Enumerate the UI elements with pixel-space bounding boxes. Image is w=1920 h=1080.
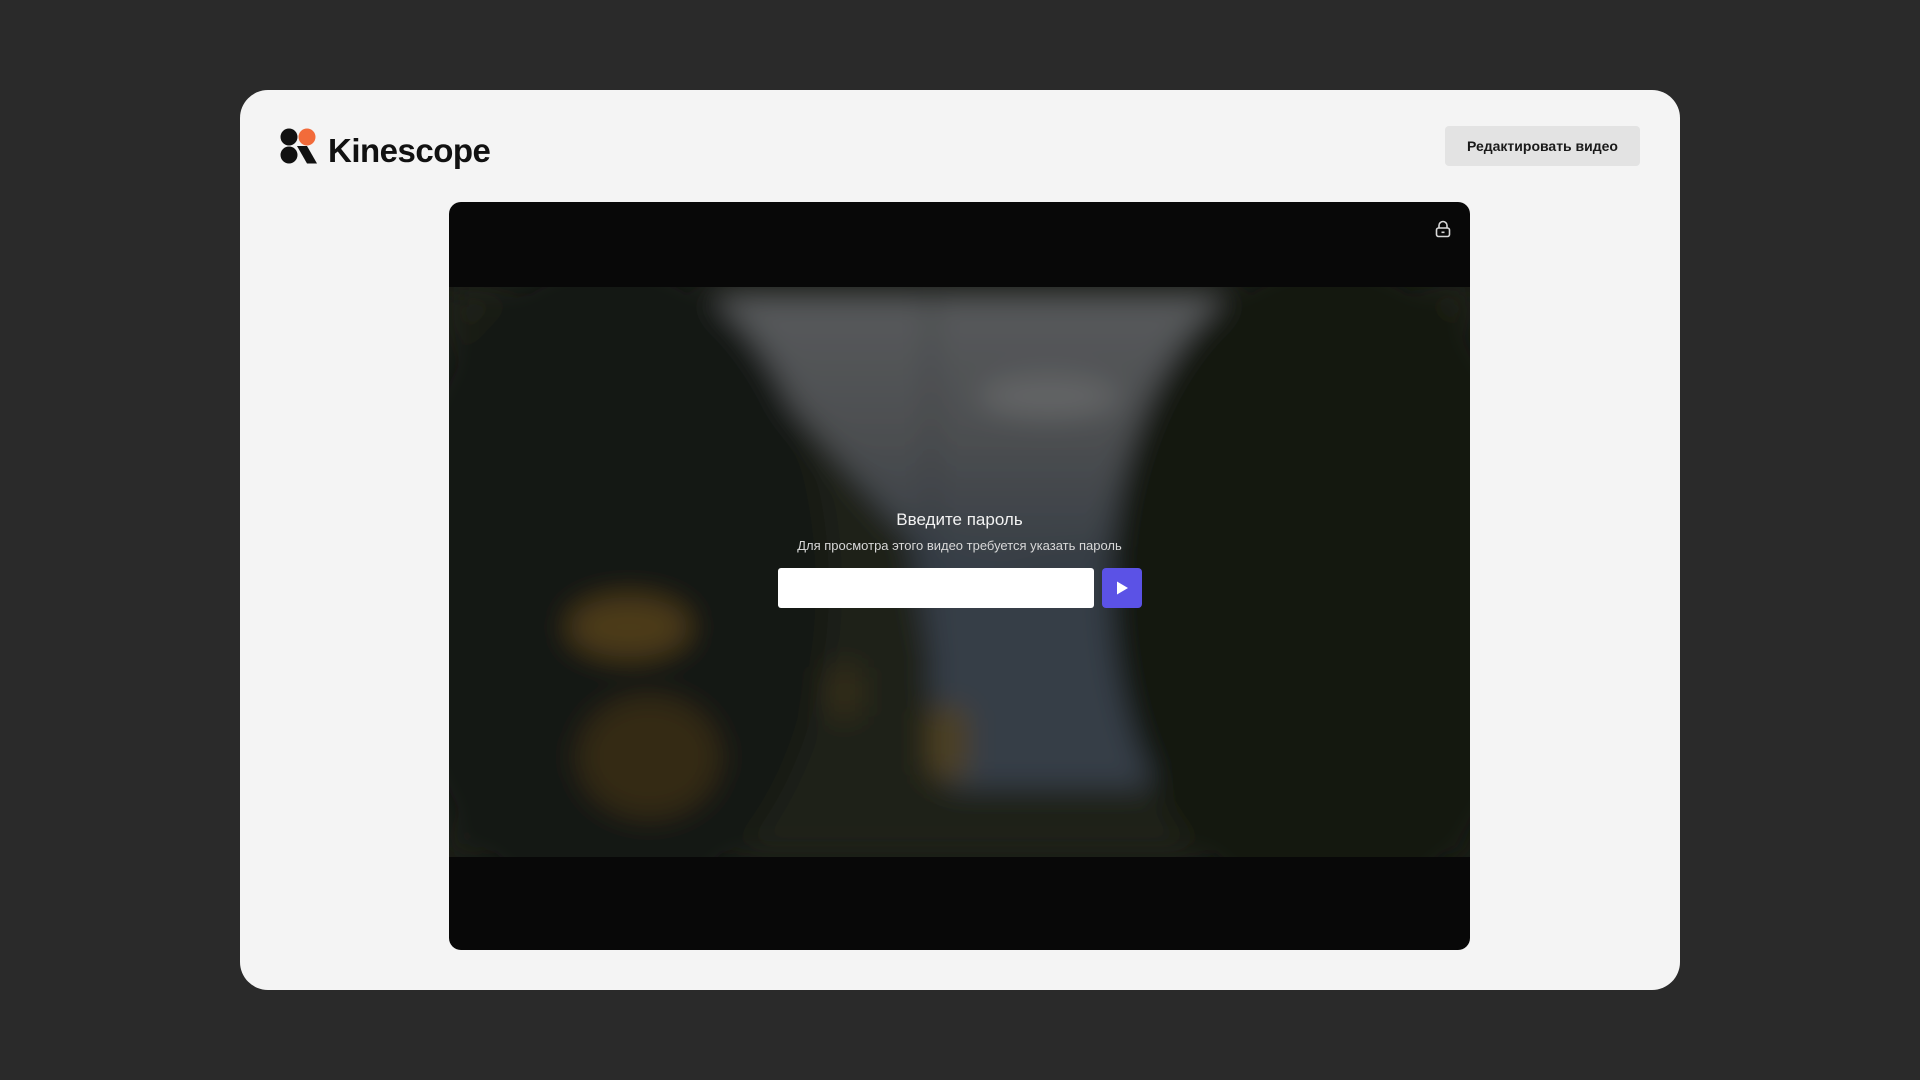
play-icon [1114,580,1130,596]
password-form [449,568,1470,608]
kinescope-logo-mark-icon [280,128,318,164]
lock-icon[interactable] [1434,220,1452,238]
password-prompt: Введите пароль Для просмотра этого видео… [449,510,1470,608]
password-prompt-subtitle: Для просмотра этого видео требуется указ… [797,538,1122,553]
password-prompt-title: Введите пароль [896,510,1023,529]
submit-password-button[interactable] [1101,568,1142,608]
kinescope-logo[interactable]: Kinescope [280,124,491,169]
logo-text: Kinescope [328,132,491,169]
page-card: Kinescope Редактировать видео Введите па… [240,90,1680,990]
video-player[interactable]: Введите пароль Для просмотра этого видео… [449,202,1470,950]
edit-video-button[interactable]: Редактировать видео [1444,126,1640,166]
password-input[interactable] [777,568,1094,608]
